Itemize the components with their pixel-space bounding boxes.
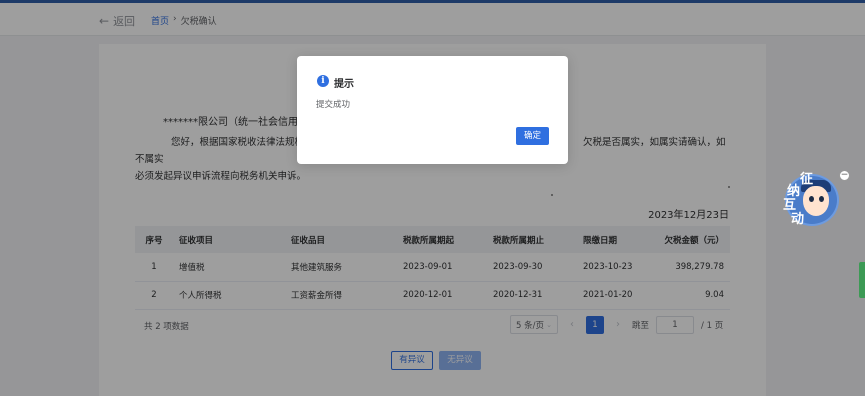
eye-icon (809, 196, 814, 202)
message-dialog: i 提示 提交成功 确定 (297, 56, 568, 164)
info-icon: i (317, 75, 329, 87)
assistant-char: 征 (800, 172, 814, 187)
assistant-close-icon[interactable]: − (839, 170, 850, 181)
assistant-face (803, 186, 829, 216)
side-tab[interactable] (859, 262, 865, 298)
dialog-title: 提示 (334, 79, 354, 90)
eye-icon (819, 196, 824, 202)
assistant-char: 动 (791, 212, 805, 227)
confirm-button[interactable]: 确定 (516, 127, 549, 145)
assistant-robot-icon[interactable]: 纳 征 互 动 (781, 170, 843, 227)
dialog-message: 提交成功 (316, 100, 351, 110)
